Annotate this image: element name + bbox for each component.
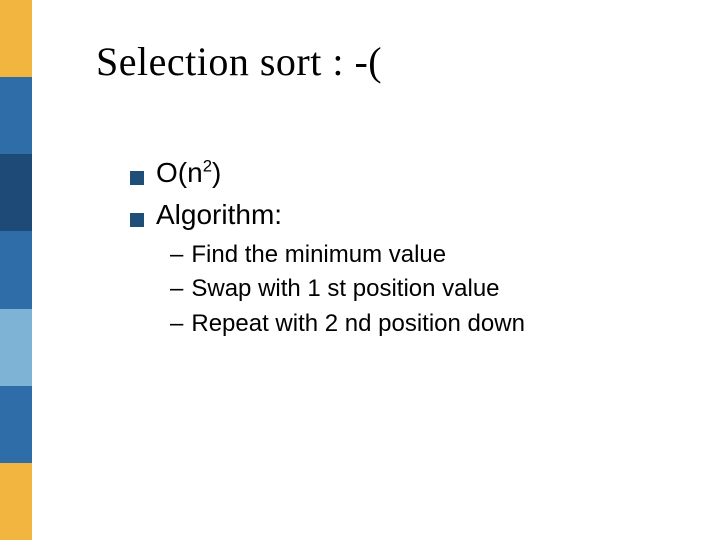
- sub-bullet-text: Repeat with 2 nd position down: [191, 310, 525, 337]
- sub-bullet-item: –Swap with 1 st position value: [170, 272, 670, 307]
- slide-title: Selection sort : -(: [96, 38, 382, 85]
- slide-body: O(n2) Algorithm: –Find the minimum value…: [130, 150, 670, 342]
- sub-bullet-item: –Find the minimum value: [170, 238, 670, 273]
- bullet-text: Algorithm:: [156, 196, 282, 234]
- text-superscript: 2: [203, 157, 212, 176]
- stripe: [0, 154, 32, 231]
- stripe: [0, 77, 32, 154]
- stripe: [0, 386, 32, 463]
- stripe: [0, 0, 32, 77]
- slide: Selection sort : -( O(n2) Algorithm: –Fi…: [0, 0, 720, 540]
- square-bullet-icon: [130, 171, 144, 185]
- sub-bullet-item: –Repeat with 2 nd position down: [170, 307, 670, 342]
- text-suffix: ): [212, 157, 221, 188]
- square-bullet-icon: [130, 213, 144, 227]
- stripe: [0, 463, 32, 540]
- dash-icon: –: [170, 275, 183, 302]
- sub-bullet-text: Find the minimum value: [191, 241, 446, 268]
- stripe: [0, 309, 32, 386]
- text-prefix: O(n: [156, 157, 203, 188]
- stripe: [0, 231, 32, 308]
- decorative-sidebar: [0, 0, 32, 540]
- dash-icon: –: [170, 310, 183, 337]
- dash-icon: –: [170, 241, 183, 268]
- bullet-item: Algorithm:: [130, 196, 670, 234]
- sub-bullet-text: Swap with 1 st position value: [191, 275, 499, 302]
- bullet-item: O(n2): [130, 154, 670, 192]
- bullet-text: O(n2): [156, 154, 221, 192]
